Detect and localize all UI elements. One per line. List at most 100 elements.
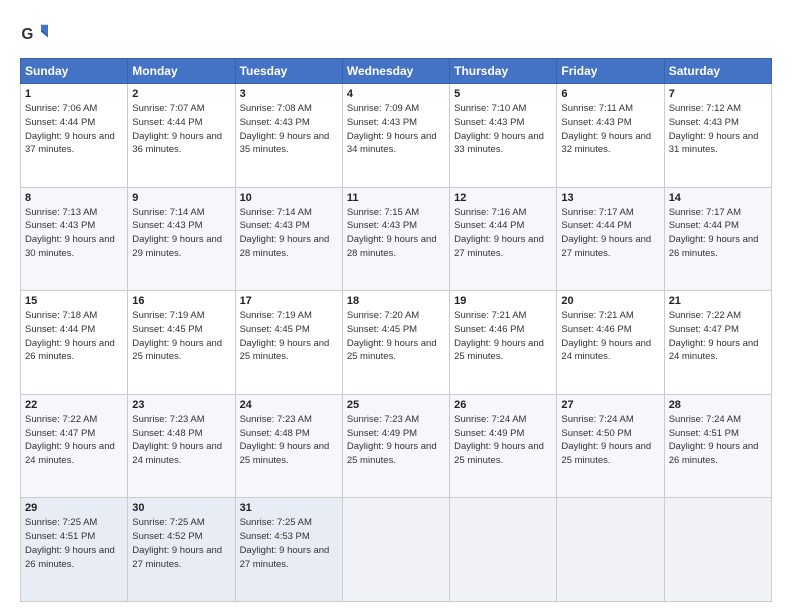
calendar-cell: 4Sunrise: 7:09 AMSunset: 4:43 PMDaylight… xyxy=(342,84,449,188)
logo-icon: G xyxy=(20,22,48,50)
calendar-cell: 21 Sunrise: 7:22 AMSunset: 4:47 PMDayligh… xyxy=(664,291,771,395)
day-number: 31 xyxy=(240,502,338,514)
calendar-cell: 12 Sunrise: 7:16 AMSunset: 4:44 PMDayligh… xyxy=(450,187,557,291)
day-detail: Sunrise: 7:20 AMSunset: 4:45 PMDaylight:… xyxy=(347,310,437,362)
calendar-cell: 9 Sunrise: 7:14 AMSunset: 4:43 PMDaylight… xyxy=(128,187,235,291)
calendar-cell: 2Sunrise: 7:07 AMSunset: 4:44 PMDaylight… xyxy=(128,84,235,188)
calendar-cell: 7Sunrise: 7:12 AMSunset: 4:43 PMDaylight… xyxy=(664,84,771,188)
calendar-cell xyxy=(342,498,449,602)
day-number: 12 xyxy=(454,192,552,204)
day-number: 13 xyxy=(561,192,659,204)
day-number: 18 xyxy=(347,295,445,307)
day-detail: Sunrise: 7:25 AMSunset: 4:51 PMDaylight:… xyxy=(25,517,115,569)
calendar-cell: 14Sunrise: 7:17 AMSunset: 4:44 PMDayligh… xyxy=(664,187,771,291)
calendar-week-1: 1 Sunrise: 7:06 AMSunset: 4:44 PMDaylight… xyxy=(21,84,772,188)
day-detail: Sunrise: 7:13 AMSunset: 4:43 PMDaylight:… xyxy=(25,207,115,259)
calendar-table: SundayMondayTuesdayWednesdayThursdayFrid… xyxy=(20,58,772,602)
day-detail: Sunrise: 7:25 AMSunset: 4:53 PMDaylight:… xyxy=(240,517,330,569)
day-number: 20 xyxy=(561,295,659,307)
day-detail: Sunrise: 7:24 AMSunset: 4:50 PMDaylight:… xyxy=(561,414,651,466)
calendar-cell: 11 Sunrise: 7:15 AMSunset: 4:43 PMDayligh… xyxy=(342,187,449,291)
day-detail: Sunrise: 7:14 AMSunset: 4:43 PMDaylight:… xyxy=(240,207,330,259)
day-detail: Sunrise: 7:11 AMSunset: 4:43 PMDaylight:… xyxy=(561,103,651,155)
day-detail: Sunrise: 7:16 AMSunset: 4:44 PMDaylight:… xyxy=(454,207,544,259)
day-number: 9 xyxy=(132,192,230,204)
header: G xyxy=(20,18,772,50)
day-detail: Sunrise: 7:17 AMSunset: 4:44 PMDaylight:… xyxy=(561,207,651,259)
day-detail: Sunrise: 7:06 AMSunset: 4:44 PMDaylight:… xyxy=(25,103,115,155)
day-detail: Sunrise: 7:23 AMSunset: 4:49 PMDaylight:… xyxy=(347,414,437,466)
calendar-cell: 16 Sunrise: 7:19 AMSunset: 4:45 PMDayligh… xyxy=(128,291,235,395)
page: G SundayMondayTuesdayWednesdayThursdayFr… xyxy=(0,0,792,612)
day-detail: Sunrise: 7:19 AMSunset: 4:45 PMDaylight:… xyxy=(132,310,222,362)
calendar-header-sunday: Sunday xyxy=(21,59,128,84)
calendar-cell: 5 Sunrise: 7:10 AMSunset: 4:43 PMDaylight… xyxy=(450,84,557,188)
calendar-cell: 23Sunrise: 7:23 AMSunset: 4:48 PMDayligh… xyxy=(128,394,235,498)
calendar-header-monday: Monday xyxy=(128,59,235,84)
calendar-cell: 24 Sunrise: 7:23 AMSunset: 4:48 PMDayligh… xyxy=(235,394,342,498)
calendar-cell: 19Sunrise: 7:21 AMSunset: 4:46 PMDayligh… xyxy=(450,291,557,395)
day-detail: Sunrise: 7:18 AMSunset: 4:44 PMDaylight:… xyxy=(25,310,115,362)
day-number: 8 xyxy=(25,192,123,204)
calendar-cell: 30 Sunrise: 7:25 AMSunset: 4:52 PMDayligh… xyxy=(128,498,235,602)
day-detail: Sunrise: 7:12 AMSunset: 4:43 PMDaylight:… xyxy=(669,103,759,155)
calendar-header-thursday: Thursday xyxy=(450,59,557,84)
day-number: 15 xyxy=(25,295,123,307)
calendar-cell: 25 Sunrise: 7:23 AMSunset: 4:49 PMDayligh… xyxy=(342,394,449,498)
day-number: 6 xyxy=(561,88,659,100)
day-number: 25 xyxy=(347,399,445,411)
calendar-header-friday: Friday xyxy=(557,59,664,84)
day-number: 10 xyxy=(240,192,338,204)
day-detail: Sunrise: 7:14 AMSunset: 4:43 PMDaylight:… xyxy=(132,207,222,259)
day-number: 17 xyxy=(240,295,338,307)
calendar-cell xyxy=(664,498,771,602)
calendar-cell: 3 Sunrise: 7:08 AMSunset: 4:43 PMDaylight… xyxy=(235,84,342,188)
calendar-cell: 13 Sunrise: 7:17 AMSunset: 4:44 PMDayligh… xyxy=(557,187,664,291)
calendar-header-row: SundayMondayTuesdayWednesdayThursdayFrid… xyxy=(21,59,772,84)
calendar-cell: 10 Sunrise: 7:14 AMSunset: 4:43 PMDayligh… xyxy=(235,187,342,291)
calendar-week-4: 22 Sunrise: 7:22 AMSunset: 4:47 PMDayligh… xyxy=(21,394,772,498)
day-number: 3 xyxy=(240,88,338,100)
day-detail: Sunrise: 7:19 AMSunset: 4:45 PMDaylight:… xyxy=(240,310,330,362)
logo: G xyxy=(20,22,52,50)
day-number: 30 xyxy=(132,502,230,514)
day-detail: Sunrise: 7:25 AMSunset: 4:52 PMDaylight:… xyxy=(132,517,222,569)
calendar-header-tuesday: Tuesday xyxy=(235,59,342,84)
day-number: 16 xyxy=(132,295,230,307)
day-number: 22 xyxy=(25,399,123,411)
day-number: 27 xyxy=(561,399,659,411)
calendar-cell: 29Sunrise: 7:25 AMSunset: 4:51 PMDayligh… xyxy=(21,498,128,602)
calendar-cell: 18 Sunrise: 7:20 AMSunset: 4:45 PMDayligh… xyxy=(342,291,449,395)
calendar-header-saturday: Saturday xyxy=(664,59,771,84)
calendar-cell: 22 Sunrise: 7:22 AMSunset: 4:47 PMDayligh… xyxy=(21,394,128,498)
day-detail: Sunrise: 7:21 AMSunset: 4:46 PMDaylight:… xyxy=(561,310,651,362)
calendar-cell: 8 Sunrise: 7:13 AMSunset: 4:43 PMDaylight… xyxy=(21,187,128,291)
calendar-cell: 17 Sunrise: 7:19 AMSunset: 4:45 PMDayligh… xyxy=(235,291,342,395)
day-detail: Sunrise: 7:23 AMSunset: 4:48 PMDaylight:… xyxy=(240,414,330,466)
day-detail: Sunrise: 7:10 AMSunset: 4:43 PMDaylight:… xyxy=(454,103,544,155)
day-number: 28 xyxy=(669,399,767,411)
day-detail: Sunrise: 7:22 AMSunset: 4:47 PMDaylight:… xyxy=(25,414,115,466)
day-number: 23 xyxy=(132,399,230,411)
day-detail: Sunrise: 7:09 AMSunset: 4:43 PMDaylight:… xyxy=(347,103,437,155)
day-detail: Sunrise: 7:15 AMSunset: 4:43 PMDaylight:… xyxy=(347,207,437,259)
calendar-cell xyxy=(450,498,557,602)
day-number: 19 xyxy=(454,295,552,307)
calendar-week-2: 8 Sunrise: 7:13 AMSunset: 4:43 PMDaylight… xyxy=(21,187,772,291)
calendar-header-wednesday: Wednesday xyxy=(342,59,449,84)
calendar-week-5: 29Sunrise: 7:25 AMSunset: 4:51 PMDayligh… xyxy=(21,498,772,602)
day-detail: Sunrise: 7:24 AMSunset: 4:51 PMDaylight:… xyxy=(669,414,759,466)
day-number: 2 xyxy=(132,88,230,100)
day-number: 1 xyxy=(25,88,123,100)
day-number: 11 xyxy=(347,192,445,204)
day-detail: Sunrise: 7:17 AMSunset: 4:44 PMDaylight:… xyxy=(669,207,759,259)
day-number: 5 xyxy=(454,88,552,100)
calendar-week-3: 15 Sunrise: 7:18 AMSunset: 4:44 PMDayligh… xyxy=(21,291,772,395)
day-number: 21 xyxy=(669,295,767,307)
day-detail: Sunrise: 7:08 AMSunset: 4:43 PMDaylight:… xyxy=(240,103,330,155)
calendar-cell: 20 Sunrise: 7:21 AMSunset: 4:46 PMDayligh… xyxy=(557,291,664,395)
day-detail: Sunrise: 7:24 AMSunset: 4:49 PMDaylight:… xyxy=(454,414,544,466)
calendar-cell: 6 Sunrise: 7:11 AMSunset: 4:43 PMDaylight… xyxy=(557,84,664,188)
day-detail: Sunrise: 7:22 AMSunset: 4:47 PMDaylight:… xyxy=(669,310,759,362)
day-number: 24 xyxy=(240,399,338,411)
